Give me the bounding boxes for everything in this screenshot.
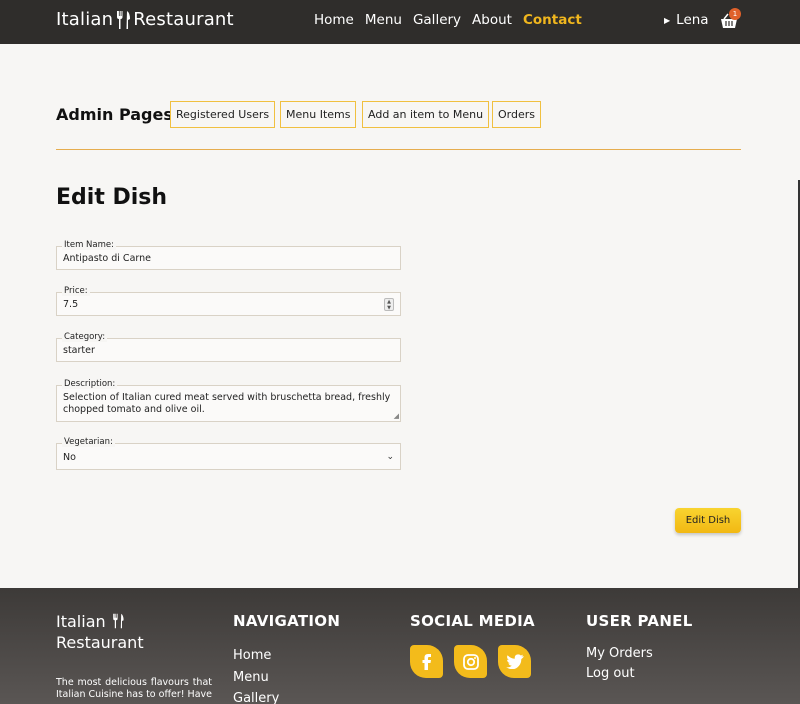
registered-users-button[interactable]: Registered Users (170, 101, 276, 128)
vegetarian-value: No (63, 452, 76, 463)
footer: Italian Restaurant The most delicious fl… (0, 588, 800, 704)
item-name-label: Item Name: (62, 240, 116, 250)
vegetarian-select[interactable]: No ⌄ (56, 443, 401, 470)
cart-count-badge: 1 (729, 8, 741, 20)
brand-logo[interactable]: Italian Restaurant (56, 9, 234, 30)
brand-name-part2: Restaurant (133, 9, 234, 30)
category-label: Category: (62, 332, 108, 342)
price-label: Price: (62, 286, 90, 296)
description-field: Selection of Italian cured meat served w… (56, 379, 401, 422)
admin-pages-title: Admin Pages (56, 105, 173, 124)
price-field: 7.5 ▲ ▼ Price: (56, 286, 401, 316)
facebook-icon[interactable] (410, 645, 443, 678)
navigation-heading: NAVIGATION (233, 612, 341, 630)
price-value: 7.5 (63, 299, 79, 310)
vegetarian-label: Vegetarian: (62, 437, 115, 447)
price-input[interactable]: 7.5 ▲ ▼ (56, 292, 401, 316)
vegetarian-field: No ⌄ Vegetarian: (56, 437, 401, 470)
chevron-down-icon: ⌄ (386, 452, 394, 462)
footer-link-gallery[interactable]: Gallery (233, 691, 279, 704)
section-divider (56, 149, 741, 150)
footer-link-my-orders[interactable]: My Orders (586, 646, 653, 661)
description-textarea[interactable]: Selection of Italian cured meat served w… (56, 385, 401, 422)
category-input[interactable]: starter (56, 338, 401, 362)
footer-brand-line2: Restaurant (56, 633, 144, 652)
top-navbar: Italian Restaurant Home Menu Gallery Abo… (0, 0, 800, 44)
fork-knife-icon (117, 10, 131, 29)
brand-name-part1: Italian (56, 9, 114, 30)
footer-brand-line1: Italian (56, 612, 106, 631)
social-media-heading: SOCIAL MEDIA (410, 612, 535, 630)
footer-link-home[interactable]: Home (233, 648, 271, 663)
item-name-field: Antipasto di Carne Item Name: (56, 240, 401, 270)
page-title: Edit Dish (56, 185, 168, 210)
description-value: Selection of Italian cured meat served w… (63, 392, 391, 415)
user-name: Lena (676, 12, 709, 28)
footer-brand: Italian Restaurant (56, 611, 144, 653)
main-nav: Home Menu Gallery About Contact (314, 12, 582, 28)
nav-contact[interactable]: Contact (523, 12, 582, 28)
user-panel-heading: USER PANEL (586, 612, 693, 630)
nav-menu[interactable]: Menu (365, 12, 402, 28)
footer-tagline: The most delicious flavours that Italian… (56, 677, 212, 700)
user-menu[interactable]: ▶ Lena (664, 12, 709, 28)
resize-handle-icon[interactable]: ◢ (394, 413, 399, 420)
edit-dish-button[interactable]: Edit Dish (675, 508, 741, 533)
orders-button[interactable]: Orders (492, 101, 541, 128)
footer-link-menu[interactable]: Menu (233, 670, 269, 685)
nav-about[interactable]: About (472, 12, 512, 28)
footer-link-log-out[interactable]: Log out (586, 666, 635, 681)
instagram-icon[interactable] (454, 645, 487, 678)
menu-items-button[interactable]: Menu Items (280, 101, 357, 128)
fork-knife-icon (112, 613, 124, 629)
spinner-icon[interactable]: ▲ ▼ (384, 298, 394, 311)
nav-gallery[interactable]: Gallery (413, 12, 461, 28)
caret-right-icon: ▶ (664, 15, 671, 25)
description-label: Description: (62, 379, 118, 389)
twitter-icon[interactable] (498, 645, 531, 678)
nav-home[interactable]: Home (314, 12, 354, 28)
category-field: starter Category: (56, 332, 401, 362)
add-menu-item-button[interactable]: Add an item to Menu (362, 101, 490, 128)
